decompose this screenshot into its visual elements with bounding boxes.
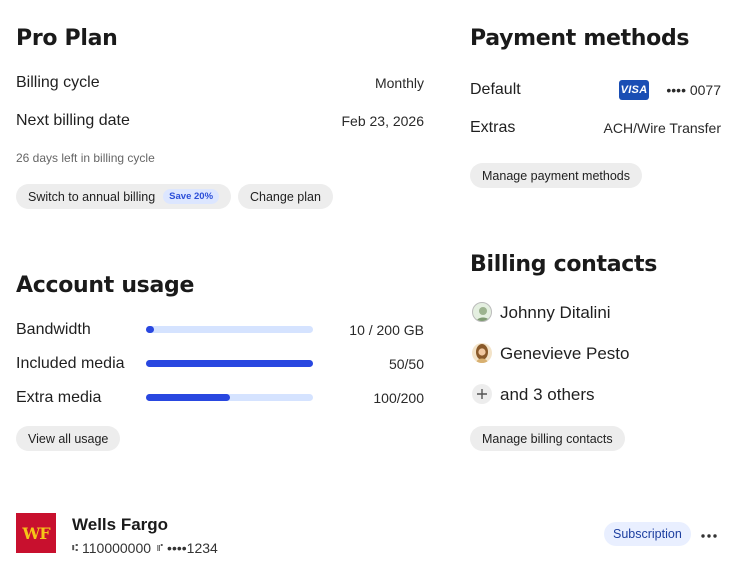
subscription-badge: Subscription — [604, 522, 691, 546]
manage-payment-methods-button[interactable]: Manage payment methods — [470, 163, 643, 188]
switch-annual-button[interactable]: Switch to annual billing Save 20% — [16, 184, 232, 209]
usage-fill-included-media — [146, 360, 313, 367]
contact-avatar-icon — [476, 344, 488, 363]
usage-fill-bandwidth — [146, 326, 155, 333]
contact-name-johnny: Johnny Ditalini — [500, 303, 611, 322]
billing-contacts-title: Billing contacts — [470, 252, 658, 277]
avatar — [472, 302, 492, 322]
extras-value: ACH/Wire Transfer — [603, 120, 721, 136]
billing-cycle-label: Billing cycle — [16, 74, 100, 91]
next-billing-date-value: Feb 23, 2026 — [341, 113, 424, 129]
usage-value-bandwidth: 10 / 200 GB — [349, 322, 424, 338]
usage-bar-included-media — [146, 360, 313, 367]
usage-value-extra-media: 100/200 — [373, 390, 424, 406]
routing-number: 110000000 — [82, 540, 152, 556]
usage-bar-extra-media — [146, 394, 313, 401]
contacts-others-text: and 3 others — [500, 385, 595, 404]
plus-icon — [472, 384, 492, 404]
usage-label-extra-media: Extra media — [16, 389, 102, 406]
pro-plan-title: Pro Plan — [16, 26, 118, 51]
contact-name-genevieve: Genevieve Pesto — [500, 344, 630, 363]
switch-annual-label: Switch to annual billing — [28, 189, 156, 204]
visa-card-icon: VISA — [619, 80, 649, 100]
bank-name: Wells Fargo — [72, 515, 169, 534]
view-all-usage-button[interactable]: View all usage — [16, 426, 121, 451]
avatar — [472, 343, 492, 363]
routing-icon: ⑆ — [72, 542, 78, 554]
wells-fargo-logo: WF — [16, 513, 56, 553]
default-card-number: •••• 0077 — [666, 82, 721, 98]
extras-label: Extras — [470, 119, 516, 136]
manage-billing-contacts-button[interactable]: Manage billing contacts — [470, 426, 625, 451]
more-horizontal-icon[interactable] — [699, 526, 719, 542]
usage-bar-bandwidth — [146, 326, 313, 333]
contact-avatar-icon — [476, 307, 490, 321]
billing-cycle-value: Monthly — [374, 75, 424, 91]
payment-methods-title: Payment methods — [470, 26, 690, 51]
usage-fill-extra-media — [146, 394, 230, 401]
change-plan-button[interactable]: Change plan — [238, 184, 333, 209]
usage-label-included-media: Included media — [16, 355, 125, 372]
usage-label-bandwidth: Bandwidth — [16, 321, 91, 338]
account-number: ••••1234 — [167, 540, 218, 556]
bank-account-details: ⑆ 110000000 ⑈ ••••1234 — [72, 540, 218, 556]
default-payment-label: Default — [470, 81, 521, 98]
usage-value-included-media: 50/50 — [388, 356, 424, 372]
account-usage-title: Account usage — [16, 273, 195, 298]
account-icon: ⑈ — [157, 542, 164, 554]
next-billing-date-label: Next billing date — [16, 112, 130, 129]
days-left-text: 26 days left in billing cycle — [16, 151, 155, 165]
save-badge: Save 20% — [163, 189, 220, 204]
